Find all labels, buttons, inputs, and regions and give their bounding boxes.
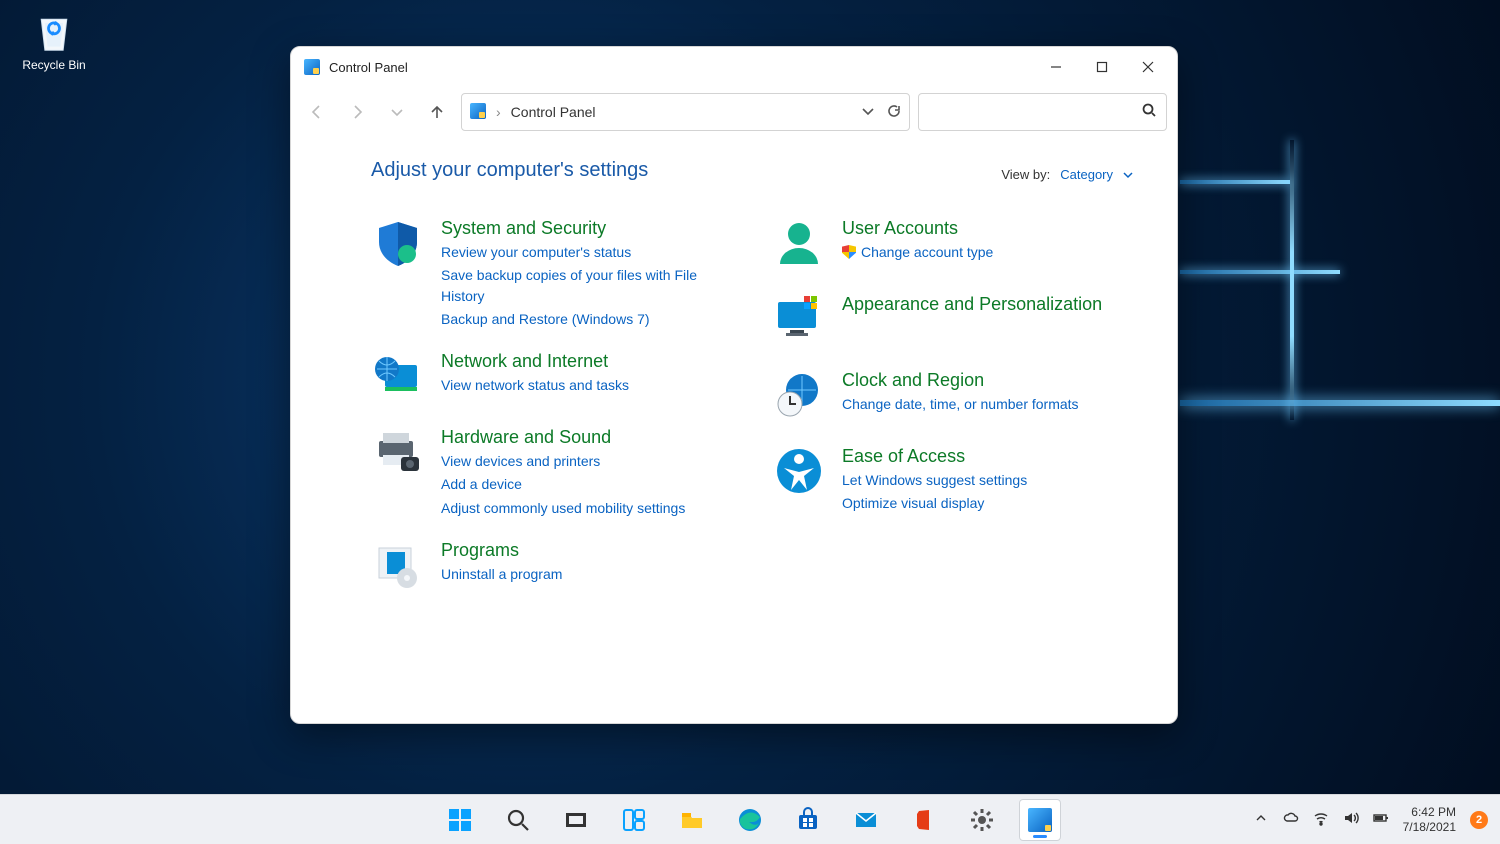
category-link[interactable]: Save backup copies of your files with Fi…	[441, 265, 732, 306]
category-system-security: System and Security Review your computer…	[371, 218, 732, 329]
toolbar: › Control Panel	[291, 87, 1177, 137]
category-link[interactable]: Optimize visual display	[842, 493, 1027, 513]
category-title[interactable]: Network and Internet	[441, 351, 629, 372]
globe-monitor-icon	[371, 351, 425, 405]
content-area: Adjust your computer's settings View by:…	[291, 137, 1177, 723]
shield-icon	[371, 218, 425, 272]
wifi-icon[interactable]	[1313, 810, 1329, 829]
category-title[interactable]: Programs	[441, 540, 562, 561]
category-link[interactable]: View devices and printers	[441, 451, 685, 471]
user-icon	[772, 218, 826, 272]
accessibility-icon	[772, 446, 826, 500]
office-button[interactable]	[903, 799, 945, 841]
control-panel-icon	[470, 103, 486, 122]
onedrive-icon[interactable]	[1283, 810, 1299, 829]
volume-icon[interactable]	[1343, 810, 1359, 829]
view-by-value[interactable]: Category	[1060, 167, 1113, 182]
category-link[interactable]: Backup and Restore (Windows 7)	[441, 309, 732, 329]
system-tray[interactable]: 6:42 PM 7/18/2021 2	[1253, 805, 1500, 834]
search-icon	[1142, 103, 1156, 122]
category-appearance-personalization: Appearance and Personalization	[772, 294, 1133, 348]
task-view-button[interactable]	[555, 799, 597, 841]
recycle-bin[interactable]: Recycle Bin	[14, 10, 94, 72]
control-panel-icon	[303, 58, 321, 76]
edge-button[interactable]	[729, 799, 771, 841]
search-button[interactable]	[497, 799, 539, 841]
clock-time: 6:42 PM	[1403, 805, 1456, 819]
programs-icon	[371, 540, 425, 594]
recycle-bin-icon	[32, 10, 76, 54]
clock-date: 7/18/2021	[1403, 820, 1456, 834]
recycle-bin-label: Recycle Bin	[14, 58, 94, 72]
tray-overflow-button[interactable]	[1253, 810, 1269, 829]
file-explorer-button[interactable]	[671, 799, 713, 841]
category-programs: Programs Uninstall a program	[371, 540, 732, 594]
category-title[interactable]: System and Security	[441, 218, 732, 239]
up-button[interactable]	[421, 96, 453, 128]
widgets-button[interactable]	[613, 799, 655, 841]
view-by-label: View by:	[1001, 167, 1050, 182]
titlebar[interactable]: Control Panel	[291, 47, 1177, 87]
category-link[interactable]: Add a device	[441, 474, 685, 494]
minimize-button[interactable]	[1033, 51, 1079, 83]
recent-dropdown-button[interactable]	[381, 96, 413, 128]
category-link[interactable]: Review your computer's status	[441, 242, 732, 262]
monitor-personalize-icon	[772, 294, 826, 348]
maximize-button[interactable]	[1079, 51, 1125, 83]
forward-button[interactable]	[341, 96, 373, 128]
category-link[interactable]: View network status and tasks	[441, 375, 629, 395]
control-panel-taskbar-button[interactable]	[1019, 799, 1061, 841]
mail-button[interactable]	[845, 799, 887, 841]
chevron-down-icon[interactable]	[861, 104, 875, 121]
category-ease-of-access: Ease of Access Let Windows suggest setti…	[772, 446, 1133, 514]
control-panel-window: Control Panel › Control Panel Adjust you…	[290, 46, 1178, 724]
address-bar[interactable]: › Control Panel	[461, 93, 910, 131]
back-button[interactable]	[301, 96, 333, 128]
category-title[interactable]: Hardware and Sound	[441, 427, 685, 448]
category-column-right: User Accounts Change account type Appear…	[772, 218, 1133, 594]
category-link[interactable]: Adjust commonly used mobility settings	[441, 498, 685, 518]
category-link[interactable]: Let Windows suggest settings	[842, 470, 1027, 490]
close-button[interactable]	[1125, 51, 1171, 83]
taskbar[interactable]: 6:42 PM 7/18/2021 2	[0, 794, 1500, 844]
category-hardware-sound: Hardware and Sound View devices and prin…	[371, 427, 732, 518]
printer-camera-icon	[371, 427, 425, 481]
start-button[interactable]	[439, 799, 481, 841]
battery-icon[interactable]	[1373, 810, 1389, 829]
notification-badge[interactable]: 2	[1470, 811, 1488, 829]
clock-globe-icon	[772, 370, 826, 424]
category-link[interactable]: Uninstall a program	[441, 564, 562, 584]
category-network-internet: Network and Internet View network status…	[371, 351, 732, 405]
taskbar-pinned-apps	[439, 795, 1061, 844]
page-heading: Adjust your computer's settings	[371, 159, 648, 182]
clock[interactable]: 6:42 PM 7/18/2021	[1403, 805, 1456, 834]
chevron-right-icon: ›	[496, 104, 501, 120]
category-link[interactable]: Change date, time, or number formats	[842, 394, 1079, 414]
category-clock-region: Clock and Region Change date, time, or n…	[772, 370, 1133, 424]
category-title[interactable]: User Accounts	[842, 218, 993, 239]
chevron-down-icon	[1123, 170, 1133, 180]
category-title[interactable]: Appearance and Personalization	[842, 294, 1102, 315]
breadcrumb[interactable]: Control Panel	[511, 104, 596, 120]
category-link[interactable]: Change account type	[842, 242, 993, 262]
category-column-left: System and Security Review your computer…	[371, 218, 732, 594]
search-box[interactable]	[918, 93, 1167, 131]
store-button[interactable]	[787, 799, 829, 841]
category-user-accounts: User Accounts Change account type	[772, 218, 1133, 272]
view-by-control[interactable]: View by: Category	[1001, 167, 1133, 182]
window-title: Control Panel	[329, 60, 408, 75]
refresh-button[interactable]	[887, 104, 901, 121]
category-title[interactable]: Clock and Region	[842, 370, 1079, 391]
search-input[interactable]	[929, 104, 1142, 120]
desktop-background-rays	[1180, 140, 1500, 440]
category-title[interactable]: Ease of Access	[842, 446, 1027, 467]
settings-button[interactable]	[961, 799, 1003, 841]
